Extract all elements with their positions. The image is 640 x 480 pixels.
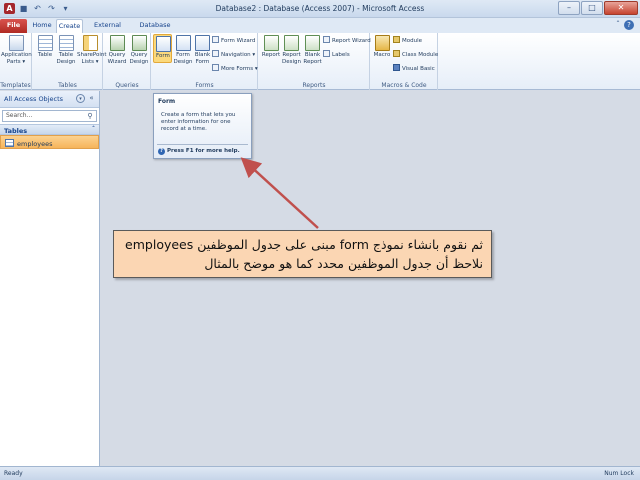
group-label-queries: Queries (115, 82, 139, 89)
search-icon[interactable]: ⚲ (85, 111, 95, 121)
labels-button[interactable]: Labels (323, 50, 350, 59)
class-module-button[interactable]: Class Module (393, 50, 438, 59)
tab-create[interactable]: Create (56, 19, 83, 33)
form-tooltip: Form Create a form that lets you enter i… (153, 93, 252, 159)
minimize-icon[interactable]: – (558, 1, 580, 15)
group-label-macros-code: Macros & Code (381, 82, 427, 89)
report-design-icon (284, 35, 299, 51)
form-wizard-button[interactable]: Form Wizard (212, 36, 255, 45)
tooltip-divider (157, 144, 248, 145)
form-design-icon (175, 35, 191, 51)
tooltip-help: ? Press F1 for more help. (158, 148, 240, 155)
collapse-chevron-icon: ˆ (92, 126, 95, 133)
group-queries: Query Wizard Query Design Queries (104, 33, 151, 90)
report-button[interactable]: Report (261, 35, 281, 59)
annotation-line-2: نلاحظ أن جدول الموظفين محدد كما هو موضح … (204, 256, 483, 271)
status-bar: Ready Num Lock (0, 466, 640, 480)
navpane-item-label: employees (17, 140, 53, 148)
query-design-button[interactable]: Query Design (128, 35, 150, 65)
module-button[interactable]: Module (393, 36, 422, 45)
blank-report-button[interactable]: Blank Report (302, 35, 323, 65)
more-forms-button[interactable]: More Forms ▾ (212, 64, 258, 73)
tooltip-title: Form (158, 98, 176, 105)
ribbon-right-controls: ˆ ? (616, 20, 634, 30)
status-text: Ready (4, 470, 23, 477)
query-wizard-button[interactable]: Query Wizard (106, 35, 128, 65)
group-forms: Form Form Design Blank Form Form Wizard … (152, 33, 258, 90)
tab-file[interactable]: File (0, 19, 27, 33)
report-wizard-button[interactable]: Report Wizard (323, 36, 371, 45)
window-title: Database2 : Database (Access 2007) - Mic… (215, 4, 425, 13)
table-icon (37, 35, 53, 51)
window-controls: – □ ✕ (558, 1, 638, 15)
navpane-controls: ▾ « (76, 94, 96, 103)
tooltip-help-text: Press F1 for more help. (167, 148, 240, 154)
tab-home[interactable]: Home (30, 19, 54, 33)
blank-form-icon (195, 35, 210, 51)
group-reports: Report Report Design Blank Report Report… (259, 33, 371, 90)
title-bar: A ■ ↶ ↷ ▾ Database2 : Database (Access 2… (0, 0, 640, 18)
maximize-icon[interactable]: □ (581, 1, 603, 15)
navpane-item-employees[interactable]: employees (0, 135, 99, 149)
table-design-button[interactable]: Table Design (55, 35, 77, 65)
blank-form-button[interactable]: Blank Form (193, 35, 212, 65)
navpane-menu-icon[interactable]: ▾ (76, 94, 85, 103)
blank-report-icon (305, 35, 320, 51)
group-macros-code: Macro Module Class Module Visual Basic M… (371, 33, 438, 90)
macro-button[interactable]: Macro (372, 35, 392, 59)
tab-external-data[interactable]: External Data (86, 19, 129, 42)
form-button[interactable]: Form (153, 34, 172, 63)
navpane-section-tables[interactable]: Tables ˆ (0, 124, 99, 135)
close-icon[interactable]: ✕ (604, 1, 638, 15)
navigation-pane: All Access Objects ▾ « Search... ⚲ Table… (0, 91, 100, 466)
navigation-button[interactable]: Navigation ▾ (212, 50, 255, 59)
search-placeholder: Search... (6, 112, 33, 119)
form-design-button[interactable]: Form Design (173, 35, 193, 65)
group-label-forms: Forms (195, 82, 214, 89)
tab-database-tools[interactable]: Database Tools (132, 19, 178, 42)
form-icon (156, 36, 171, 52)
query-design-icon (131, 35, 147, 51)
application-parts-button[interactable]: Application Parts ▾ (1, 35, 32, 65)
tooltip-description: Create a form that lets you enter inform… (161, 112, 236, 132)
group-label-reports: Reports (302, 82, 326, 89)
help-icon: ? (158, 148, 165, 155)
minimize-ribbon-icon[interactable]: ˆ (616, 20, 620, 30)
report-icon (263, 35, 279, 51)
navigation-icon (212, 50, 219, 57)
annotation-callout: ثم نقوم بانشاء نموذج form مبنى على جدول … (113, 230, 492, 278)
ribbon: Application Parts ▾ Templates Table Tabl… (0, 33, 640, 90)
table-icon (5, 139, 14, 147)
form-wizard-icon (212, 36, 219, 43)
section-label: Tables (4, 127, 28, 135)
visual-basic-button[interactable]: Visual Basic (393, 64, 435, 73)
report-wizard-icon (323, 36, 330, 43)
report-design-button[interactable]: Report Design (281, 35, 302, 65)
navpane-title: All Access Objects (4, 95, 63, 103)
group-templates: Application Parts ▾ Templates (0, 33, 32, 90)
annotation-line-1: ثم نقوم بانشاء نموذج form مبنى على جدول … (125, 237, 483, 252)
sharepoint-lists-button[interactable]: SharePoint Lists ▾ (77, 35, 107, 65)
group-label-templates: Templates (0, 82, 31, 89)
table-design-icon (58, 35, 74, 51)
help-icon[interactable]: ? (624, 20, 634, 30)
table-button[interactable]: Table (35, 35, 55, 59)
visual-basic-icon (393, 64, 400, 71)
navpane-search-input[interactable]: Search... ⚲ (2, 110, 97, 122)
ribbon-tabs: File Home Create External Data Database … (0, 18, 640, 42)
shutter-bar-close-icon[interactable]: « (87, 94, 96, 103)
module-icon (393, 36, 400, 43)
labels-icon (323, 50, 330, 57)
group-label-tables: Tables (58, 82, 77, 89)
navpane-header[interactable]: All Access Objects ▾ « (0, 91, 99, 108)
class-module-icon (393, 50, 400, 57)
num-lock-indicator: Num Lock (604, 470, 634, 477)
query-wizard-icon (109, 35, 125, 51)
more-forms-icon (212, 64, 219, 71)
sharepoint-lists-icon (82, 35, 98, 51)
group-tables: Table Table Design SharePoint Lists ▾ Ta… (33, 33, 107, 90)
application-parts-icon (8, 35, 24, 51)
macro-icon (374, 35, 390, 51)
